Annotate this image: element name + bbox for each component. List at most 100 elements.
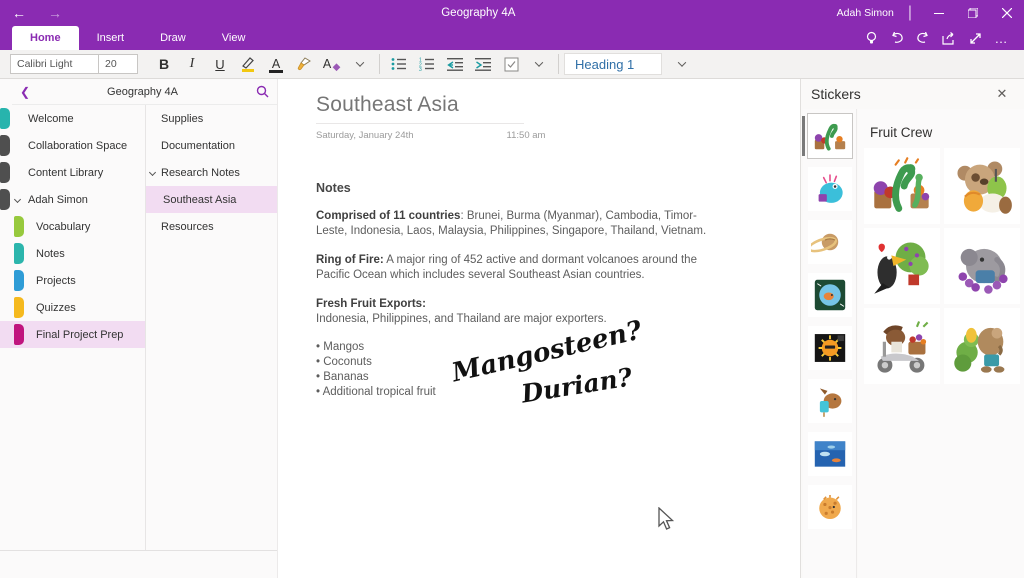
section-notes[interactable]: Notes: [0, 240, 145, 267]
sticker-category-space-fishbowl[interactable]: [808, 273, 852, 317]
sticker-category-rail: [803, 109, 857, 578]
italic-button[interactable]: I: [178, 53, 206, 75]
section-collaboration-space[interactable]: Collaboration Space: [0, 132, 145, 159]
todo-checkbox-icon[interactable]: [497, 53, 525, 75]
font-size-select[interactable]: 20: [98, 54, 138, 74]
sticker-tapir-on-fruit-scooter[interactable]: [864, 308, 940, 384]
sticker-pack-area: Fruit Crew: [858, 109, 1024, 578]
sticker-snakes-with-fruit-baskets[interactable]: [864, 148, 940, 224]
titlebar: ← → Geography 4A Adah Simon |: [0, 0, 1024, 26]
section-content-library[interactable]: Content Library: [0, 159, 145, 186]
signed-in-user[interactable]: Adah Simon: [837, 7, 894, 19]
page-editor[interactable]: Southeast Asia Saturday, January 24th 11…: [277, 79, 800, 578]
font-options-chevron-icon[interactable]: [346, 53, 374, 75]
paragraph-ring-of-fire[interactable]: Ring of Fire: A major ring of 452 active…: [316, 253, 716, 283]
underline-button[interactable]: U: [206, 53, 234, 75]
section-vocabulary[interactable]: Vocabulary: [0, 213, 145, 240]
sticker-category-saturn-planet[interactable]: [808, 220, 852, 264]
redo-icon[interactable]: [914, 29, 932, 47]
tab-insert[interactable]: Insert: [79, 26, 143, 50]
section-welcome[interactable]: Welcome: [0, 105, 145, 132]
page-resources[interactable]: Resources: [146, 213, 277, 240]
fullscreen-icon[interactable]: [966, 29, 984, 47]
font-name-select[interactable]: Calibri Light: [10, 54, 98, 74]
notebook-navigation: ❮ Geography 4A Welcome Collaboration Spa…: [0, 79, 277, 578]
pages-list: Supplies Documentation Research Notes So…: [145, 105, 277, 550]
page-research-notes[interactable]: Research Notes: [146, 159, 277, 186]
sticker-category-pixel-sun[interactable]: [808, 326, 852, 370]
section-group-adah-simon[interactable]: Adah Simon: [0, 186, 145, 213]
titlebar-divider: |: [908, 4, 912, 22]
tags-chevron-icon[interactable]: [525, 53, 553, 75]
stickers-panel-title: Stickers: [811, 86, 861, 102]
sticker-pack-title: Fruit Crew: [858, 109, 1024, 144]
tab-draw[interactable]: Draw: [142, 26, 204, 50]
highlighter-icon[interactable]: [234, 53, 262, 75]
search-icon[interactable]: [247, 85, 277, 98]
decrease-indent-icon[interactable]: [441, 53, 469, 75]
sticker-bear-with-mango-bush[interactable]: [944, 308, 1020, 384]
format-painter-icon[interactable]: [290, 53, 318, 75]
notebook-name[interactable]: Geography 4A: [38, 86, 247, 98]
section-quizzes[interactable]: Quizzes: [0, 294, 145, 321]
title-divider: [316, 123, 524, 124]
section-color-tab: [14, 324, 24, 345]
style-picker[interactable]: Heading 1: [564, 53, 662, 75]
bold-button[interactable]: B: [150, 53, 178, 75]
ribbon-tab-row: Home Insert Draw View …: [0, 26, 1024, 50]
nav-back-chevron-icon[interactable]: ❮: [12, 85, 38, 99]
page-southeast-asia[interactable]: Southeast Asia: [146, 186, 277, 213]
sticker-elephant-with-grapes[interactable]: [944, 228, 1020, 304]
increase-indent-icon[interactable]: [469, 53, 497, 75]
sticker-category-pufferfish[interactable]: [808, 485, 852, 529]
section-color-tab: [14, 243, 24, 264]
sticker-koala-with-coconut-drink[interactable]: [944, 148, 1020, 224]
page-time: 11:50 am: [507, 130, 546, 141]
stickers-panel: Stickers ✕ Fruit Crew: [800, 79, 1024, 578]
page-date: Saturday, January 24th: [316, 130, 414, 141]
mouse-cursor: [658, 507, 675, 536]
clear-formatting-icon[interactable]: A: [318, 53, 346, 75]
section-color-tab: [0, 189, 10, 210]
page-documentation[interactable]: Documentation: [146, 132, 277, 159]
nav-footer: [0, 550, 277, 578]
section-projects[interactable]: Projects: [0, 267, 145, 294]
window-title: Geography 4A: [120, 7, 837, 19]
section-color-tab: [14, 297, 24, 318]
styles-chevron-icon[interactable]: [668, 53, 696, 75]
back-arrow-icon[interactable]: ←: [12, 6, 26, 20]
format-toolbar: Calibri Light 20 B I U A A 123 Heading 1: [0, 50, 1024, 79]
sticker-category-fox-popsicle[interactable]: [808, 379, 852, 423]
forward-arrow-icon[interactable]: →: [48, 6, 62, 20]
close-stickers-icon[interactable]: ✕: [992, 86, 1012, 102]
sticker-category-fruit-crew[interactable]: [808, 114, 852, 158]
page-supplies[interactable]: Supplies: [146, 105, 277, 132]
sticker-hornbill-with-fruit-tree[interactable]: [864, 228, 940, 304]
tab-view[interactable]: View: [204, 26, 264, 50]
more-icon[interactable]: …: [992, 29, 1010, 47]
section-color-tab: [0, 162, 10, 183]
sticker-category-ocean-fish[interactable]: [808, 432, 852, 476]
section-final-project-prep[interactable]: Final Project Prep: [0, 321, 145, 348]
svg-text:3: 3: [419, 67, 422, 71]
lightbulb-icon[interactable]: [862, 29, 880, 47]
minimize-button[interactable]: [922, 0, 956, 26]
section-color-tab: [0, 108, 10, 129]
notes-heading[interactable]: Notes: [316, 181, 760, 195]
section-color-tab: [14, 270, 24, 291]
page-title[interactable]: Southeast Asia: [316, 93, 760, 117]
section-color-tab: [14, 216, 24, 237]
tab-home[interactable]: Home: [12, 26, 79, 50]
share-icon[interactable]: [940, 29, 958, 47]
numbered-list-icon[interactable]: 123: [413, 53, 441, 75]
close-window-button[interactable]: [990, 0, 1024, 26]
paragraph-fruit-exports[interactable]: Fresh Fruit Exports:Indonesia, Philippin…: [316, 297, 716, 327]
section-color-tab: [0, 135, 10, 156]
sections-list: Welcome Collaboration Space Content Libr…: [0, 105, 145, 550]
maximize-button[interactable]: [956, 0, 990, 26]
font-color-icon[interactable]: A: [262, 53, 290, 75]
sticker-category-blue-monster[interactable]: [808, 167, 852, 211]
bullet-list-icon[interactable]: [385, 53, 413, 75]
undo-icon[interactable]: [888, 29, 906, 47]
paragraph-countries[interactable]: Comprised of 11 countries: Brunei, Burma…: [316, 209, 716, 239]
